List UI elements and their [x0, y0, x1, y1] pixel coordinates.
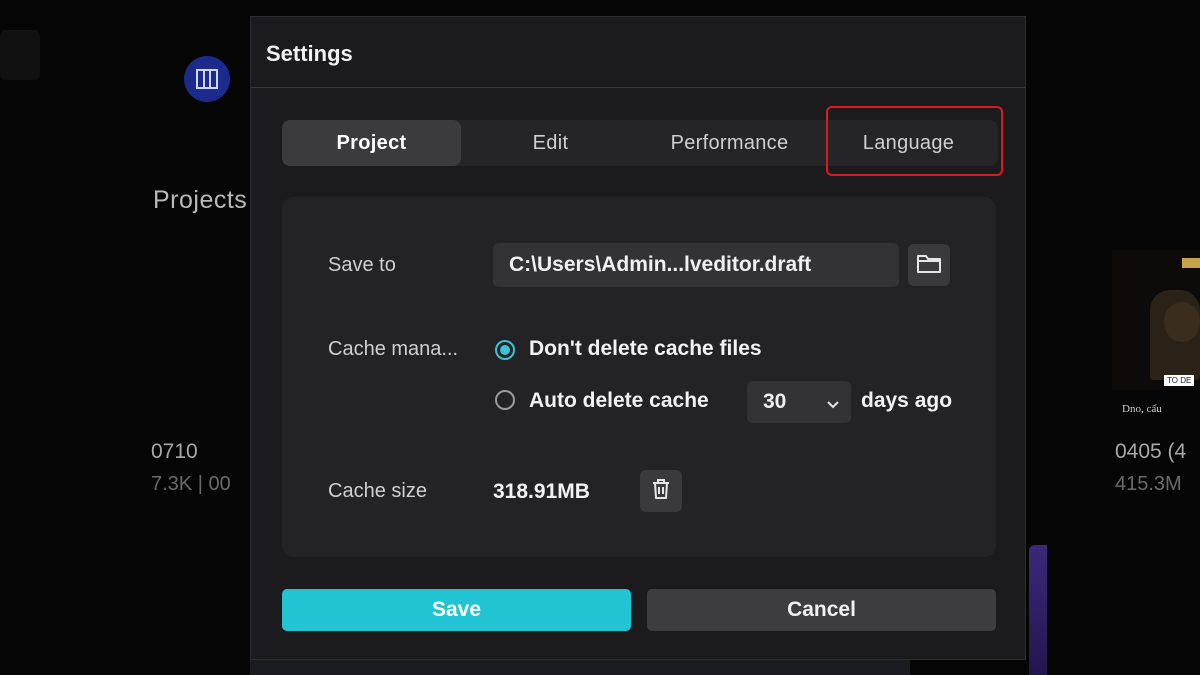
tab-project[interactable]: Project: [282, 120, 461, 166]
chevron-down-icon: [825, 394, 841, 418]
project-name-left[interactable]: 0710: [151, 440, 198, 464]
cache-days-value: 30: [763, 390, 787, 413]
project-settings-panel: Save to C:\Users\Admin...lveditor.draft …: [282, 197, 996, 557]
cancel-button[interactable]: Cancel: [647, 589, 996, 631]
save-button[interactable]: Save: [282, 589, 631, 631]
dialog-header: Settings: [251, 17, 1025, 88]
background-strip: [250, 660, 910, 675]
projects-heading: Projects: [153, 186, 248, 214]
settings-dialog: Settings Project Edit Performance Langua…: [250, 16, 1026, 660]
auto-delete-cache-label[interactable]: Auto delete cache: [529, 389, 709, 413]
tab-language[interactable]: Language: [819, 120, 998, 166]
save-path-field[interactable]: C:\Users\Admin...lveditor.draft: [493, 243, 899, 287]
save-to-label: Save to: [328, 254, 396, 276]
radio-dont-delete-cache[interactable]: [495, 340, 515, 360]
cache-management-label: Cache mana...: [328, 338, 459, 360]
app-logo-icon[interactable]: [184, 56, 230, 102]
tab-performance[interactable]: Performance: [640, 120, 819, 166]
folder-icon: [916, 252, 942, 279]
cache-size-value: 318.91MB: [493, 480, 590, 503]
background-purple-panel: [1029, 545, 1047, 675]
dont-delete-cache-label[interactable]: Don't delete cache files: [529, 337, 762, 361]
clear-cache-button[interactable]: [640, 470, 682, 512]
background-blob: [0, 30, 40, 80]
days-ago-label: days ago: [861, 389, 953, 412]
thumbnail-caption: Dno, cấu: [1122, 403, 1162, 415]
project-meta-left: 7.3K | 00: [151, 473, 231, 495]
browse-folder-button[interactable]: [908, 244, 950, 286]
project-name-right[interactable]: 0405 (4: [1115, 440, 1186, 464]
project-thumbnail-right[interactable]: TO DE: [1112, 250, 1200, 390]
settings-tabs: Project Edit Performance Language: [282, 120, 998, 166]
radio-auto-delete-cache[interactable]: [495, 390, 515, 410]
tab-edit[interactable]: Edit: [461, 120, 640, 166]
project-meta-right: 415.3M: [1115, 473, 1182, 495]
cache-days-select[interactable]: 30: [747, 381, 851, 423]
dialog-title: Settings: [266, 41, 353, 66]
trash-icon: [650, 477, 672, 506]
cache-size-label: Cache size: [328, 480, 427, 502]
